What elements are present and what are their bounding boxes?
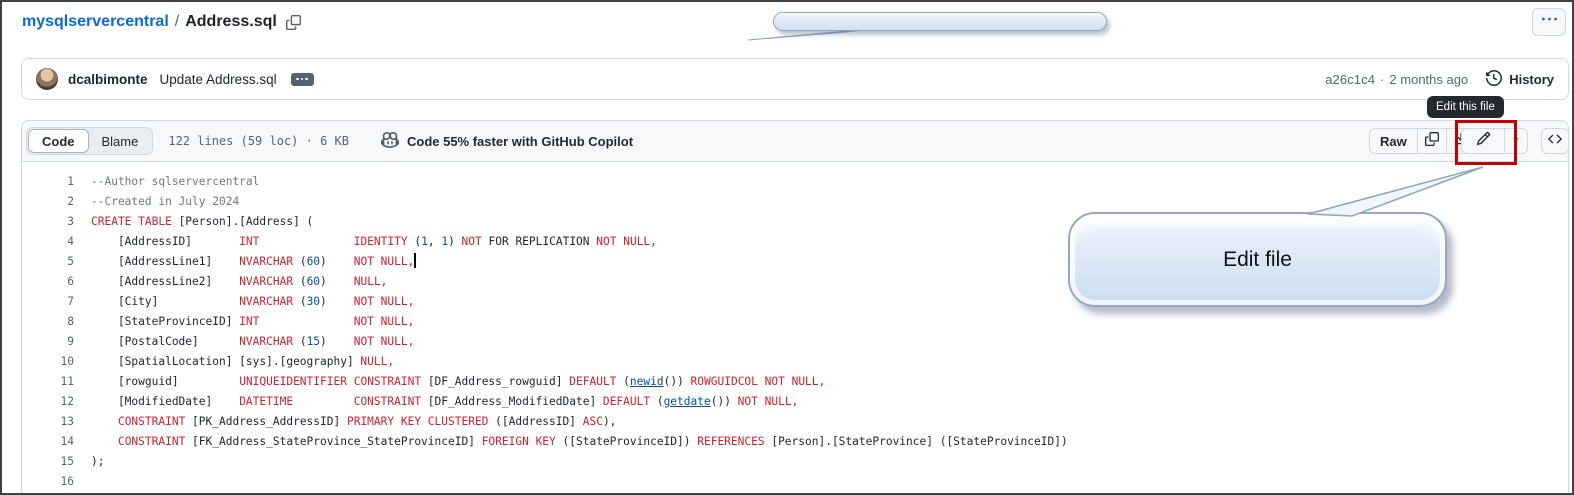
code-line-text: [AddressLine2] NVARCHAR (60) NULL, xyxy=(91,275,388,288)
file-toolbar: Code Blame 122 lines (59 loc) · 6 KB Cod… xyxy=(22,121,1568,162)
commit-expander-button[interactable] xyxy=(290,72,314,86)
code-line: 15); xyxy=(22,452,1568,472)
commit-sha[interactable]: a26c1c4 xyxy=(1325,72,1375,87)
history-label: History xyxy=(1509,71,1554,87)
line-number[interactable]: 10 xyxy=(22,352,74,372)
commit-meta: a26c1c4 · 2 months ago History xyxy=(1325,69,1554,89)
history-clock-icon xyxy=(1486,69,1509,89)
commit-meta-separator: · xyxy=(1380,71,1385,87)
code-line-text: [StateProvinceID] INT NOT NULL, xyxy=(91,315,415,328)
line-number[interactable]: 7 xyxy=(22,292,74,312)
tab-code[interactable]: Code xyxy=(28,129,89,153)
line-number[interactable]: 5 xyxy=(22,252,74,272)
code-line-text: [rowguid] UNIQUEIDENTIFIER CONSTRAINT [D… xyxy=(91,375,826,388)
edit-file-button[interactable] xyxy=(1462,129,1504,153)
raw-button[interactable]: Raw xyxy=(1370,129,1417,153)
code-line: 10 [SpatialLocation] [sys].[geography] N… xyxy=(22,352,1568,372)
line-number[interactable]: 12 xyxy=(22,392,74,412)
file-meta-text: 122 lines (59 loc) · 6 KB xyxy=(168,134,349,148)
history-button[interactable]: History xyxy=(1486,69,1554,89)
breadcrumb: mysqlservercentral / Address.sql xyxy=(22,13,301,31)
symbols-pane-button[interactable] xyxy=(1541,128,1568,154)
code-line: 8 [StateProvinceID] INT NOT NULL, xyxy=(22,312,1568,332)
edit-file-callout: Edit file xyxy=(1068,212,1447,307)
code-line-text: ); xyxy=(91,455,105,468)
code-line-text: [AddressID] INT IDENTITY (1, 1) NOT FOR … xyxy=(91,235,657,248)
copilot-banner: Code 55% faster with GitHub Copilot xyxy=(380,131,633,152)
breadcrumb-filename: Address.sql xyxy=(185,13,277,30)
line-number[interactable]: 1 xyxy=(22,172,74,192)
code-line: 16 xyxy=(22,472,1568,492)
breadcrumb-separator: / xyxy=(174,13,180,30)
copy-file-button[interactable] xyxy=(1416,129,1446,153)
line-number[interactable]: 9 xyxy=(22,332,74,352)
empty-callout-balloon xyxy=(773,12,1107,31)
raw-button-group: Raw xyxy=(1369,128,1476,154)
code-line: 12 [ModifiedDate] DATETIME CONSTRAINT [D… xyxy=(22,392,1568,412)
code-line-text: [ModifiedDate] DATETIME CONSTRAINT [DF_A… xyxy=(91,395,799,408)
tab-blame[interactable]: Blame xyxy=(89,129,152,153)
line-number[interactable]: 14 xyxy=(22,432,74,452)
code-line-text: CONSTRAINT [PK_Address_AddressID] PRIMAR… xyxy=(117,415,617,428)
breadcrumb-repo-link[interactable]: mysqlservercentral xyxy=(22,13,169,31)
latest-commit-bar: dcalbimonte Update Address.sql a26c1c4 ·… xyxy=(21,58,1569,100)
code-blame-switch: Code Blame xyxy=(26,127,154,155)
code-line-text: CREATE TABLE [Person].[Address] ( xyxy=(91,215,314,228)
code-line: 11 [rowguid] UNIQUEIDENTIFIER CONSTRAINT… xyxy=(22,372,1568,392)
copilot-banner-text[interactable]: Code 55% faster with GitHub Copilot xyxy=(407,134,633,149)
copy-icon xyxy=(1424,131,1439,151)
code-line: 1 --Author sqlservercentral xyxy=(22,172,1568,192)
code-line: 9 [PostalCode] NVARCHAR (15) NOT NULL, xyxy=(22,332,1568,352)
code-icon xyxy=(1548,132,1562,151)
line-number[interactable]: 15 xyxy=(22,452,74,472)
line-number[interactable]: 2 xyxy=(22,192,74,212)
code-line: 2 --Created in July 2024 xyxy=(22,192,1568,212)
code-line: 14 CONSTRAINT [FK_Address_StateProvince_… xyxy=(22,432,1568,452)
code-line-text: CONSTRAINT [FK_Address_StateProvince_Sta… xyxy=(117,435,1068,448)
commit-message-link[interactable]: Update Address.sql xyxy=(160,72,277,87)
line-number[interactable]: 4 xyxy=(22,232,74,252)
commit-author-link[interactable]: dcalbimonte xyxy=(68,72,148,87)
code-line-text: [SpatialLocation] [sys].[geography] NULL… xyxy=(91,355,395,368)
file-view-panel: Code Blame 122 lines (59 loc) · 6 KB Cod… xyxy=(21,120,1569,494)
triangle-down-icon xyxy=(1510,132,1522,150)
line-number[interactable]: 13 xyxy=(22,412,74,432)
line-number[interactable]: 16 xyxy=(22,472,74,492)
code-line: 13 CONSTRAINT [PK_Address_AddressID] PRI… xyxy=(22,412,1568,432)
code-line-text: --Created in July 2024 xyxy=(91,195,240,208)
edit-dropdown-button[interactable] xyxy=(1504,129,1527,153)
kebab-horizontal-icon xyxy=(1541,12,1557,32)
edit-button-group xyxy=(1461,128,1528,154)
text-cursor xyxy=(414,253,417,268)
code-line-text: [PostalCode] NVARCHAR (15) NOT NULL, xyxy=(91,335,415,348)
code-line-text: --Author sqlservercentral xyxy=(91,175,260,188)
avatar[interactable] xyxy=(36,68,58,90)
copy-path-icon[interactable] xyxy=(285,14,301,30)
code-line-text: [AddressLine1] NVARCHAR (60) NOT NULL, xyxy=(91,253,417,268)
line-number[interactable]: 3 xyxy=(22,212,74,232)
pencil-icon xyxy=(1476,131,1491,151)
edit-file-callout-label: Edit file xyxy=(1223,247,1292,271)
commit-time: 2 months ago xyxy=(1389,71,1469,87)
line-number[interactable]: 8 xyxy=(22,312,74,332)
line-number[interactable]: 6 xyxy=(22,272,74,292)
copilot-icon xyxy=(380,131,399,152)
more-options-button[interactable] xyxy=(1532,8,1566,36)
code-line-text: [City] NVARCHAR (30) NOT NULL, xyxy=(91,295,415,308)
edit-this-file-tooltip: Edit this file xyxy=(1427,96,1504,118)
line-number[interactable]: 11 xyxy=(22,372,74,392)
